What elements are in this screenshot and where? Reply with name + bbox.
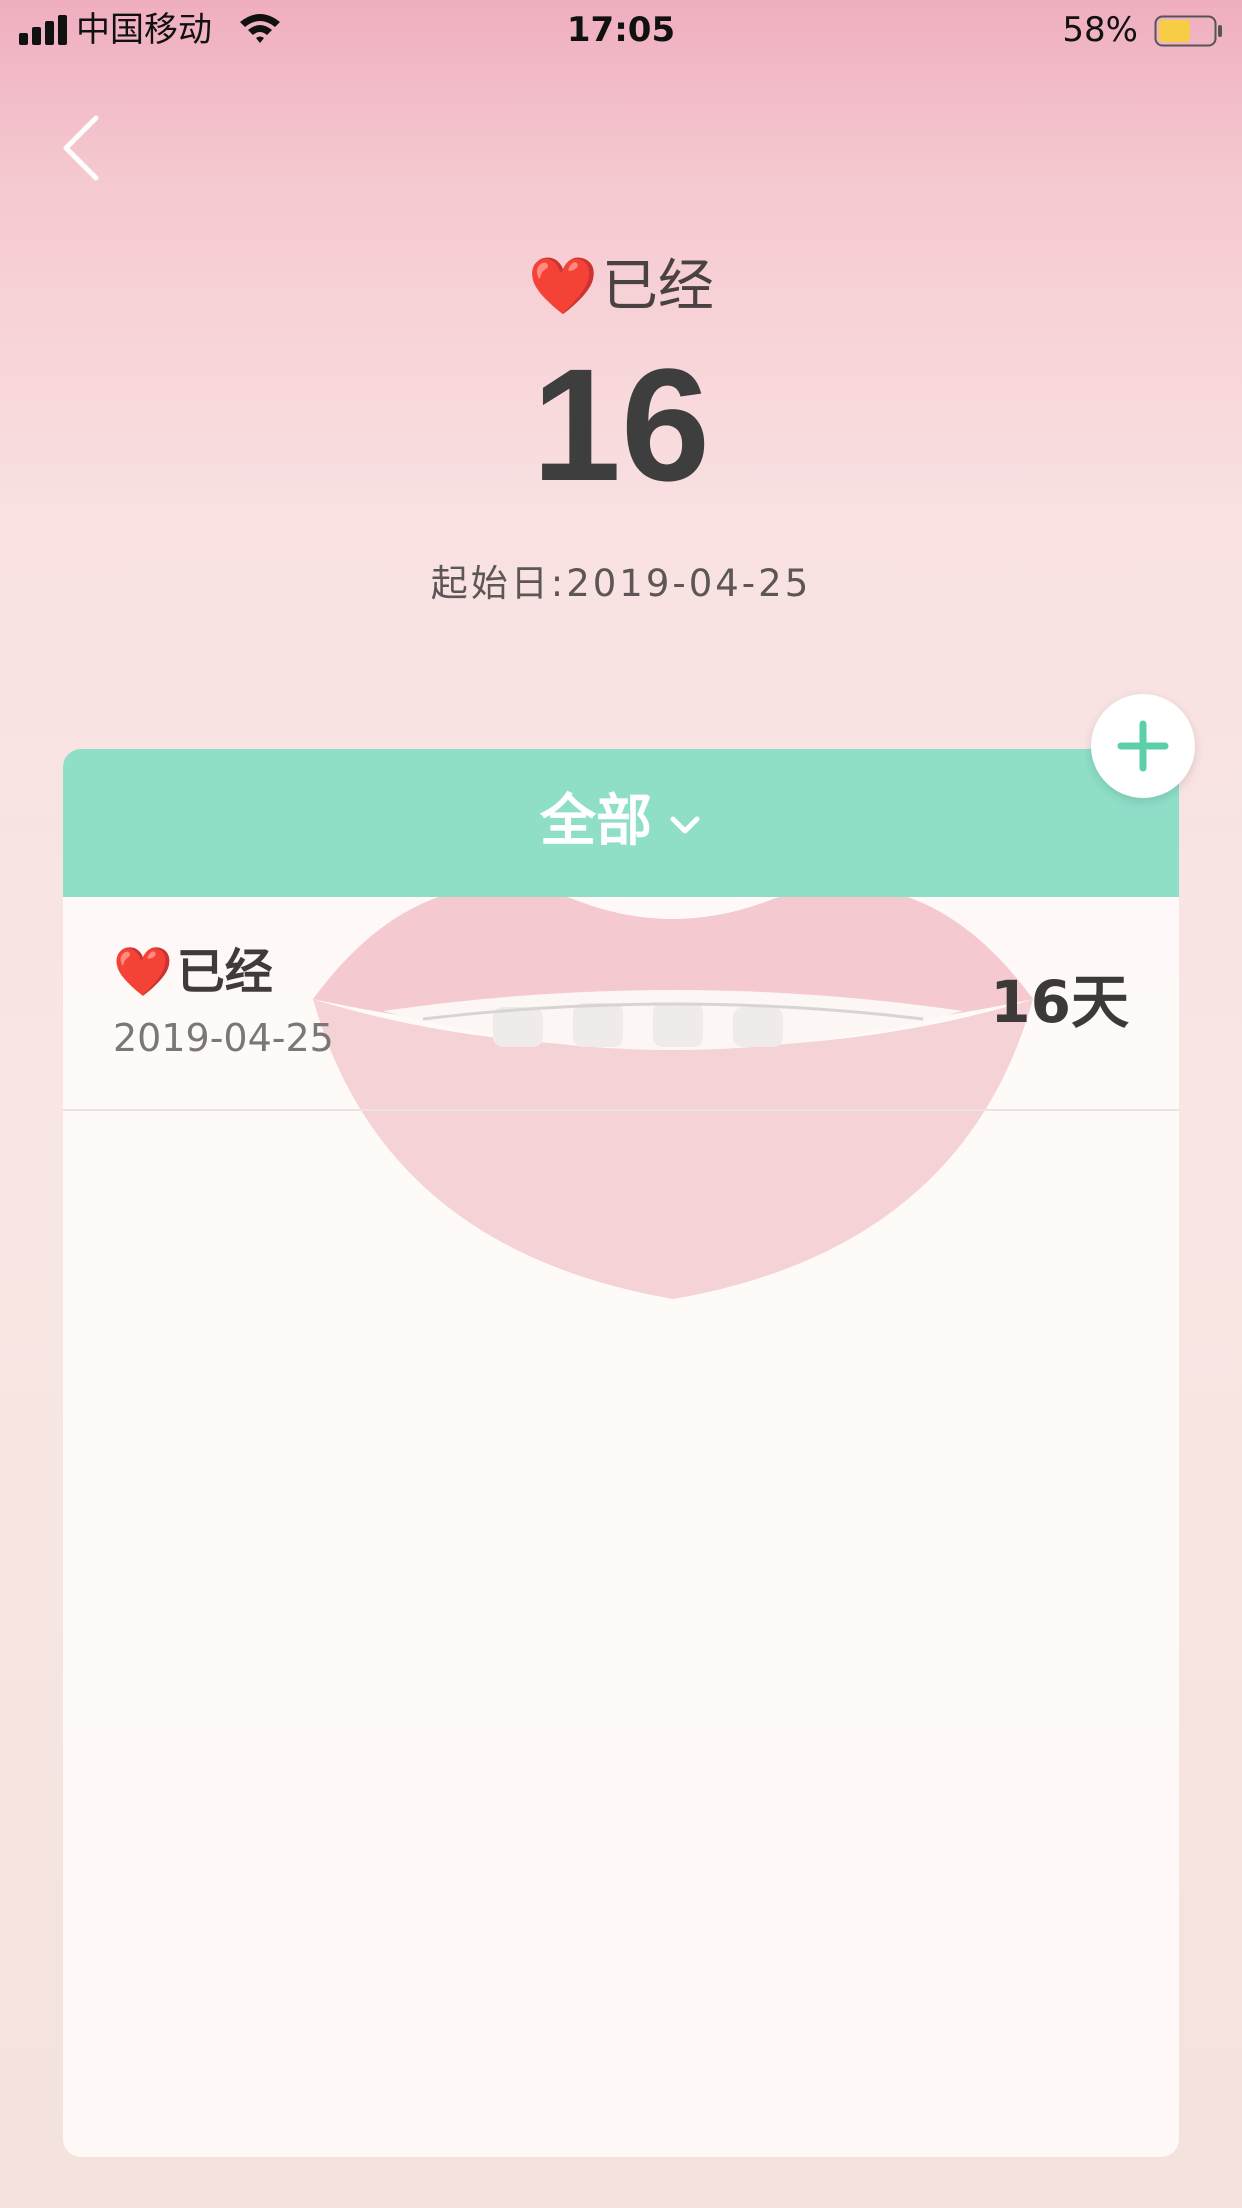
start-date: 起始日:2019-04-25 xyxy=(430,562,812,605)
list-item-days: 16天 xyxy=(990,968,1129,1036)
heart-icon: ❤️ xyxy=(528,254,598,319)
back-button[interactable] xyxy=(52,108,112,188)
filter-dropdown[interactable]: 全部 xyxy=(63,787,1179,857)
add-button[interactable] xyxy=(1091,694,1195,798)
filter-label: 全部 xyxy=(540,789,652,854)
events-card: 全部 ❤️已经 2019-04-25 16天 xyxy=(63,749,1179,2157)
page-title: ❤️已经 xyxy=(0,252,1242,322)
battery-icon xyxy=(1154,15,1222,47)
heart-icon: ❤️ xyxy=(113,944,173,1000)
list-item-date: 2019-04-25 xyxy=(113,1016,334,1060)
day-count: 16 xyxy=(532,335,710,514)
status-time: 17:05 xyxy=(566,10,676,50)
list-item[interactable]: ❤️已经 2019-04-25 16天 xyxy=(63,897,1179,1111)
battery-fill xyxy=(1159,20,1190,42)
page-title-text: 已经 xyxy=(601,254,714,319)
status-bar: 中国移动 17:05 58% xyxy=(0,0,1242,62)
battery-percentage: 58% xyxy=(1062,10,1138,50)
list-item-title-text: 已经 xyxy=(176,944,273,1000)
chevron-down-icon xyxy=(670,816,700,834)
list-item-title: ❤️已经 xyxy=(113,942,273,1002)
plus-icon xyxy=(1117,720,1169,772)
filter-header[interactable]: 全部 xyxy=(63,749,1179,897)
